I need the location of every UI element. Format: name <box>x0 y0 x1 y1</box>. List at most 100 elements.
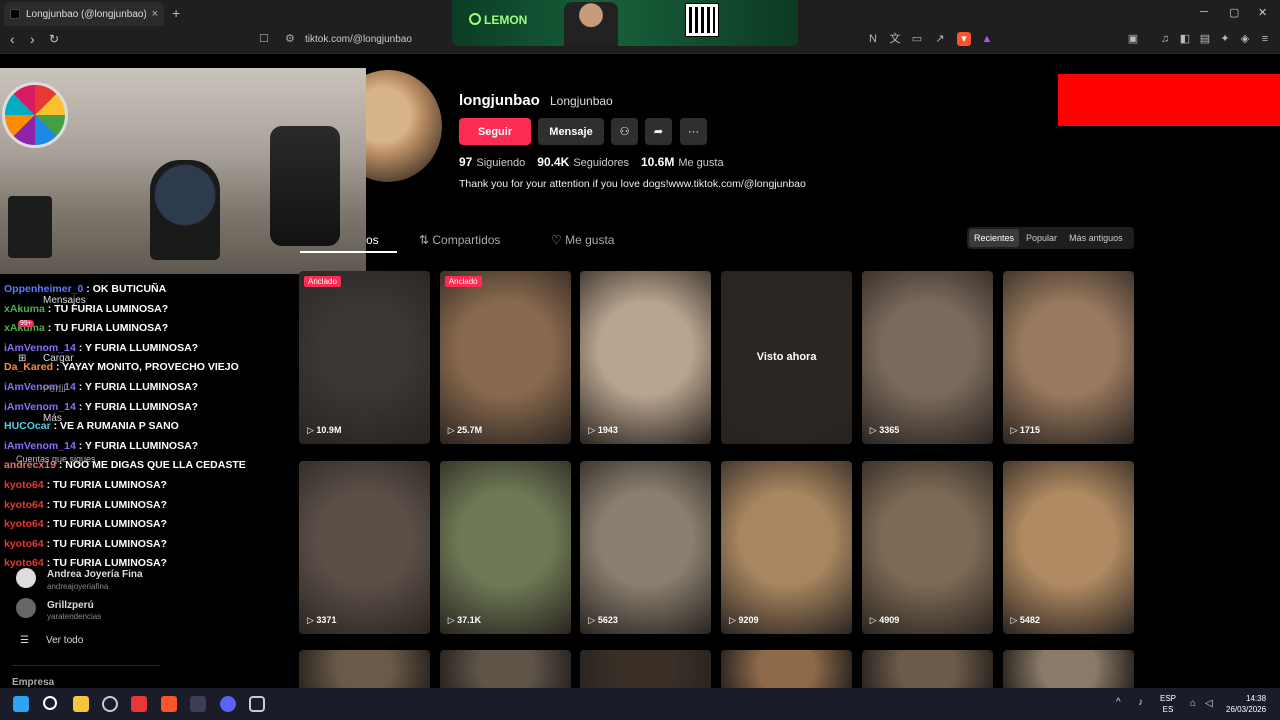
vpn-icon[interactable]: ◈ <box>1238 32 1252 46</box>
media-icon[interactable] <box>190 696 206 712</box>
company-link[interactable]: Empresa <box>12 677 54 688</box>
reload-icon[interactable]: ↻ <box>49 32 59 46</box>
language-indicator[interactable]: ESP ES <box>1160 693 1176 715</box>
lemon-ad-banner[interactable]: LEMON <box>452 0 798 46</box>
sidebar-more[interactable]: Más <box>43 413 62 424</box>
file-explorer-icon[interactable] <box>73 696 89 712</box>
forward-icon[interactable]: › <box>30 31 35 47</box>
video-card[interactable]: Visto ahora <box>721 271 853 444</box>
view-count: 10.9M <box>307 425 341 436</box>
settings-icon[interactable] <box>249 696 265 712</box>
chat-text: : Y FURIA LLUMINOSA? <box>75 380 199 393</box>
chat-user: xAkuma <box>4 302 45 315</box>
tab-videos[interactable]: os <box>366 233 379 247</box>
video-card[interactable]: Anclado 25.7M <box>439 271 571 444</box>
video-card[interactable] <box>861 650 993 688</box>
tab-shared[interactable]: ⇅ Compartidos <box>419 233 500 247</box>
volume-icon[interactable]: ◁ <box>1205 698 1213 709</box>
chat-user: kyoto64 <box>4 537 44 550</box>
video-card[interactable]: 1715 <box>1002 271 1134 444</box>
sidebar-upload[interactable]: Cargar <box>43 353 74 364</box>
brave-shield-icon[interactable]: ▾ <box>957 32 971 46</box>
cast-icon[interactable]: ▭ <box>910 32 924 46</box>
view-count: 5623 <box>588 615 618 626</box>
active-tab-indicator <box>300 251 397 253</box>
video-card[interactable]: 5623 <box>580 460 712 634</box>
sidebar-profile[interactable]: Perfil <box>43 384 66 395</box>
red-banner <box>1058 74 1280 126</box>
new-tab-button[interactable]: + <box>172 5 180 21</box>
close-window-button[interactable]: ✕ <box>1258 6 1267 19</box>
menu-icon[interactable]: ≡ <box>1258 32 1272 46</box>
discord-icon[interactable] <box>220 696 236 712</box>
video-card[interactable] <box>439 650 571 688</box>
site-info-icon[interactable]: ⚙ <box>285 32 295 45</box>
share-icon[interactable]: ↗ <box>933 32 947 46</box>
windows-start-icon[interactable] <box>13 696 29 712</box>
rewards-icon[interactable]: ▲ <box>980 32 994 46</box>
follow-button[interactable]: Seguir <box>459 118 531 145</box>
brave-icon[interactable] <box>161 696 177 712</box>
video-card[interactable] <box>580 650 712 688</box>
obs-icon[interactable] <box>102 696 118 712</box>
account-avatar[interactable] <box>16 568 36 588</box>
account-name[interactable]: Grillzperú <box>47 600 94 611</box>
share-profile-icon[interactable]: ➦ <box>645 118 672 145</box>
account-avatar[interactable] <box>16 598 36 618</box>
see-all-link[interactable]: Ver todo <box>46 635 83 646</box>
badge-count: 99+ <box>18 320 34 327</box>
sort-oldest[interactable]: Más antiguos <box>1064 229 1128 247</box>
system-clock[interactable]: 14:38 26/03/2026 <box>1226 693 1266 715</box>
mic-icon[interactable]: ♪ <box>1138 697 1143 708</box>
app-icon[interactable] <box>131 696 147 712</box>
video-card[interactable] <box>299 650 430 688</box>
tab-liked[interactable]: ♡ Me gusta <box>551 233 614 247</box>
video-card[interactable]: 3371 <box>299 460 430 634</box>
tray-chevron-icon[interactable]: ^ <box>1116 697 1121 708</box>
tab-close-icon[interactable]: × <box>152 8 158 20</box>
video-card[interactable]: 5482 <box>1002 460 1134 634</box>
sort-popular[interactable]: Popular <box>1021 229 1062 247</box>
screen: Longjunbao (@longjunbao) | Tik × + ─ ▢ ✕… <box>0 0 1280 720</box>
sidebar-toggle-icon[interactable]: ▣ <box>1126 32 1140 46</box>
view-count: 37.1K <box>448 615 481 626</box>
network-icon[interactable]: ⌂ <box>1190 698 1196 709</box>
chat-text: : TU FURIA LUMINOSA? <box>43 537 167 550</box>
panel-icon[interactable]: ◧ <box>1178 32 1192 46</box>
video-card[interactable]: 1943 <box>580 271 712 444</box>
upload-icon[interactable]: ⊞ <box>18 353 26 364</box>
reader-icon[interactable]: N <box>866 32 880 46</box>
browser-tab[interactable]: Longjunbao (@longjunbao) | Tik × <box>4 2 164 26</box>
more-options-button[interactable]: ··· <box>680 118 707 145</box>
tiktok-favicon-icon <box>10 9 20 19</box>
add-friend-icon[interactable]: ⚇ <box>611 118 638 145</box>
video-card[interactable]: 3365 <box>861 271 993 444</box>
video-card[interactable] <box>721 650 853 688</box>
minimize-button[interactable]: ─ <box>1200 6 1208 18</box>
bookmark-icon[interactable]: ☐ <box>259 32 269 45</box>
chat-message: kyoto64 : TU FURIA LUMINOSA? <box>4 515 304 535</box>
music-icon[interactable]: ♫ <box>1158 32 1172 46</box>
maximize-button[interactable]: ▢ <box>1229 6 1239 19</box>
wallet-icon[interactable]: ▤ <box>1198 32 1212 46</box>
webcam-overlay <box>0 68 366 274</box>
url-field[interactable]: tiktok.com/@longjunbao <box>305 34 412 45</box>
translate-icon[interactable]: 文 <box>888 32 902 46</box>
video-card[interactable]: 37.1K <box>439 460 571 634</box>
view-count: 3365 <box>870 425 899 436</box>
search-icon[interactable] <box>43 696 57 710</box>
sidebar-messages[interactable]: Mensajes <box>43 295 86 306</box>
stat-followers[interactable]: 90.4K Seguidores <box>537 155 629 169</box>
back-icon[interactable]: ‹ <box>10 31 15 47</box>
video-card[interactable]: 9209 <box>721 460 853 634</box>
video-card[interactable]: 4909 <box>861 460 993 634</box>
video-card[interactable]: Anclado 10.9M <box>299 271 430 444</box>
chat-text: : TU FURIA LUMINOSA? <box>43 498 167 511</box>
message-button[interactable]: Mensaje <box>538 118 604 145</box>
account-name[interactable]: Andrea Joyería Fina <box>47 569 143 580</box>
video-card[interactable] <box>1002 650 1134 688</box>
sort-recent[interactable]: Recientes <box>969 229 1020 247</box>
heart-icon: ♡ <box>551 233 566 247</box>
stat-following[interactable]: 97 Siguiendo <box>459 155 525 169</box>
ai-icon[interactable]: ✦ <box>1218 32 1232 46</box>
